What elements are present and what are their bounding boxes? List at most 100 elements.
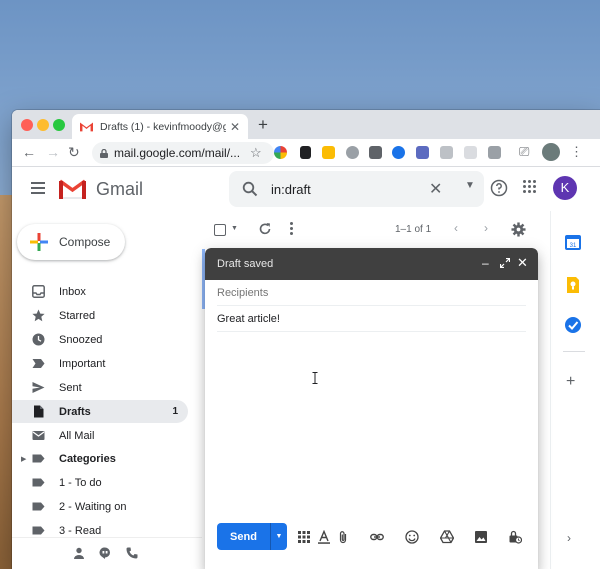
sidebar-item-label: Drafts bbox=[59, 405, 91, 418]
calendar-icon[interactable]: 31 bbox=[564, 233, 582, 251]
account-avatar[interactable]: K bbox=[553, 176, 577, 200]
label-icon bbox=[32, 478, 45, 487]
lock-icon bbox=[100, 148, 108, 158]
subject-field[interactable]: Great article! bbox=[217, 306, 526, 332]
minimize-window-button[interactable] bbox=[37, 119, 49, 131]
text-cursor-icon bbox=[312, 372, 318, 384]
svg-text:31: 31 bbox=[570, 243, 577, 249]
extension-color-icon[interactable] bbox=[274, 146, 287, 159]
search-options-icon[interactable]: ▼ bbox=[465, 180, 475, 191]
new-tab-icon[interactable]: + bbox=[258, 115, 268, 135]
sidebar-item-starred[interactable]: Starred bbox=[12, 304, 188, 327]
sidebar-footer bbox=[12, 537, 202, 569]
send-icon bbox=[32, 382, 45, 393]
sidebar-item-drafts[interactable]: Drafts 1 bbox=[12, 400, 188, 423]
search-icon[interactable] bbox=[242, 181, 258, 197]
google-apps-icon[interactable] bbox=[523, 180, 537, 194]
sidebar-item-sent[interactable]: Sent bbox=[12, 376, 188, 399]
extension-doc-icon[interactable] bbox=[440, 146, 453, 159]
keep-icon[interactable] bbox=[564, 276, 582, 294]
google-drive-icon[interactable] bbox=[440, 530, 454, 544]
browser-tab-drafts[interactable]: Drafts (1) - kevinfmoody@gma ✕ bbox=[72, 114, 248, 139]
full-screen-icon[interactable] bbox=[500, 258, 510, 268]
sidebar-item-label: Important bbox=[59, 357, 106, 370]
tab-strip: Drafts (1) - kevinfmoody@gma ✕ + bbox=[12, 110, 600, 139]
url-text: mail.google.com/mail/... bbox=[114, 146, 241, 160]
close-compose-icon[interactable]: ✕ bbox=[517, 255, 528, 271]
recipients-field[interactable] bbox=[217, 280, 526, 306]
label-icon bbox=[32, 526, 45, 535]
sidebar-item-inbox[interactable]: Inbox bbox=[12, 280, 188, 303]
get-addons-icon[interactable]: + bbox=[566, 373, 575, 391]
back-icon[interactable]: ← bbox=[22, 144, 36, 160]
insert-emoji-icon[interactable] bbox=[405, 530, 419, 544]
bookmark-star-icon[interactable]: ☆ bbox=[250, 145, 262, 161]
hangouts-icon[interactable] bbox=[99, 547, 111, 559]
compose-header[interactable]: Draft saved – ✕ bbox=[205, 248, 538, 280]
expand-categories-icon[interactable]: ▶ bbox=[21, 455, 26, 463]
send-button-group: Send ▼ bbox=[217, 523, 287, 550]
clear-search-icon[interactable]: ✕ bbox=[429, 179, 442, 199]
formatting-grid-icon[interactable] bbox=[297, 530, 311, 544]
extension-abp-icon[interactable] bbox=[346, 146, 359, 159]
newer-page-icon[interactable]: ‹ bbox=[454, 221, 458, 235]
sidebar-item-all-mail[interactable]: All Mail bbox=[12, 424, 188, 447]
message-body[interactable] bbox=[217, 332, 526, 517]
text-format-icon[interactable] bbox=[317, 530, 331, 544]
sidebar-item-label: 1 - To do bbox=[59, 476, 102, 489]
insert-link-icon[interactable] bbox=[370, 530, 384, 544]
browser-profile-avatar[interactable] bbox=[542, 143, 560, 161]
confidential-mode-icon[interactable] bbox=[508, 530, 522, 544]
close-window-button[interactable] bbox=[21, 119, 33, 131]
extension-puzzle-icon[interactable] bbox=[322, 146, 335, 159]
send-button[interactable]: Send bbox=[217, 523, 270, 550]
zoom-window-button[interactable] bbox=[53, 119, 65, 131]
tab-close-icon[interactable]: ✕ bbox=[230, 120, 240, 134]
draft-icon bbox=[34, 405, 44, 418]
sidebar-item-categories[interactable]: ▶ Categories bbox=[12, 447, 188, 470]
address-bar[interactable]: mail.google.com/mail/... bbox=[92, 142, 274, 164]
browser-toolbar: ← → ↻ mail.google.com/mail/... ☆ ⎚ ⋮ bbox=[12, 139, 600, 167]
insert-photo-icon[interactable] bbox=[474, 530, 488, 544]
browser-menu-icon[interactable]: ⋮ bbox=[570, 144, 583, 160]
sidebar-item-important[interactable]: Important bbox=[12, 352, 188, 375]
attach-file-icon[interactable] bbox=[336, 530, 350, 544]
reload-icon[interactable]: ↻ bbox=[68, 144, 80, 161]
settings-gear-icon[interactable] bbox=[511, 222, 526, 237]
help-icon[interactable] bbox=[490, 179, 508, 197]
expand-side-panel-icon[interactable]: › bbox=[567, 531, 571, 545]
search-bar: ✕ ▼ bbox=[229, 171, 484, 207]
search-input[interactable] bbox=[271, 180, 421, 198]
forward-icon[interactable]: → bbox=[46, 144, 60, 160]
mail-icon bbox=[32, 431, 45, 440]
extension-grid-icon[interactable] bbox=[464, 146, 477, 159]
extension-pen-icon[interactable] bbox=[300, 146, 311, 159]
extension-feather-icon[interactable] bbox=[416, 146, 429, 159]
more-options-icon[interactable] bbox=[290, 222, 294, 236]
gmail-logo-icon bbox=[58, 179, 87, 199]
sidebar-item-to-do[interactable]: 1 - To do bbox=[12, 471, 188, 494]
phone-icon[interactable] bbox=[126, 547, 138, 559]
side-panel: 31 + › bbox=[550, 211, 600, 569]
minimize-icon[interactable]: – bbox=[482, 256, 489, 270]
sidebar-item-snoozed[interactable]: Snoozed bbox=[12, 328, 188, 351]
sidebar-item-label: Sent bbox=[59, 381, 82, 394]
cast-icon[interactable]: ⎚ bbox=[519, 144, 529, 160]
refresh-icon[interactable] bbox=[258, 222, 272, 236]
tab-title: Drafts (1) - kevinfmoody@gma bbox=[100, 120, 226, 133]
select-all-checkbox[interactable] bbox=[214, 224, 226, 236]
extension-circle-icon[interactable] bbox=[392, 146, 405, 159]
compose-plus-icon bbox=[30, 233, 48, 251]
contacts-person-icon[interactable] bbox=[73, 547, 85, 559]
extension-n-icon[interactable] bbox=[488, 146, 501, 159]
sidebar-item-waiting-on[interactable]: 2 - Waiting on bbox=[12, 495, 188, 518]
older-page-icon[interactable]: › bbox=[484, 221, 488, 235]
compose-button[interactable]: Compose bbox=[17, 224, 125, 260]
main-menu-icon[interactable] bbox=[31, 182, 45, 194]
select-options-icon[interactable]: ▼ bbox=[231, 225, 238, 232]
tasks-icon[interactable] bbox=[564, 316, 582, 334]
compose-dialog: Draft saved – ✕ Great article! Send ▼ bbox=[205, 248, 538, 569]
important-icon bbox=[32, 359, 45, 368]
send-options-icon[interactable]: ▼ bbox=[270, 523, 287, 550]
extension-shield-icon[interactable] bbox=[369, 146, 382, 159]
